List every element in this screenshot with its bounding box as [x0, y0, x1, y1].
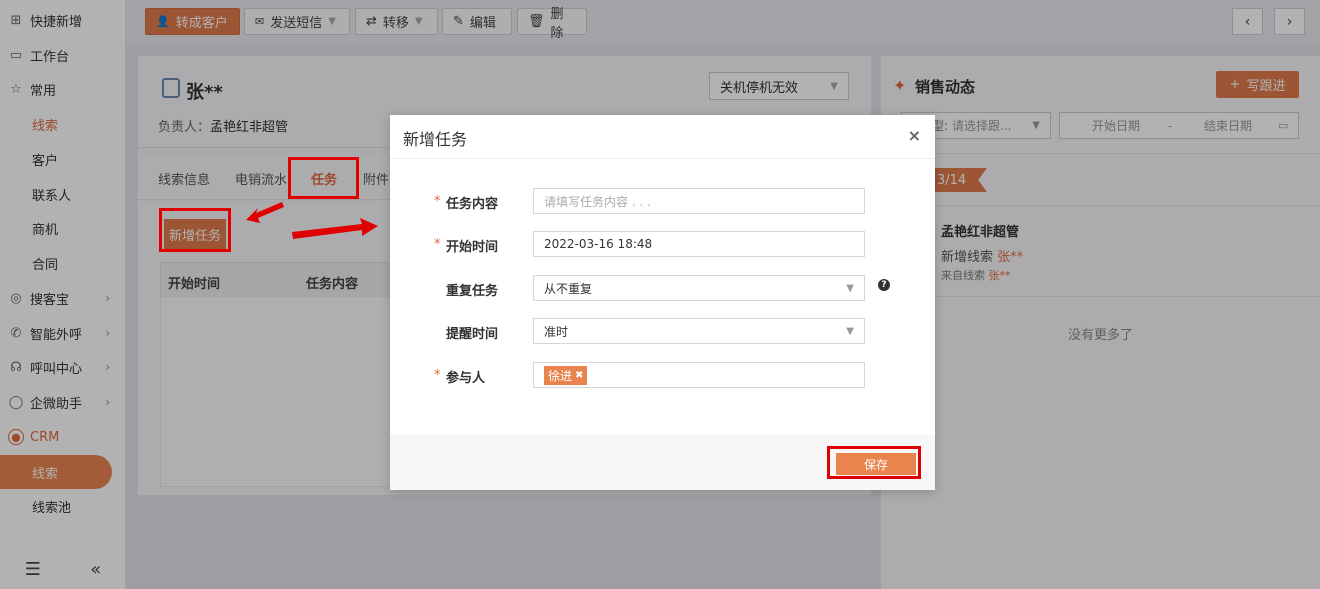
remove-tag-icon[interactable]: ✖	[575, 370, 583, 381]
remind-select[interactable]: 准时 ▼	[533, 318, 865, 344]
remind-value: 准时	[544, 324, 569, 339]
repeat-value: 从不重复	[544, 281, 593, 296]
task-content-input[interactable]: 请填写任务内容 . . .	[533, 188, 865, 214]
remind-label: 提醒时间	[446, 327, 499, 342]
task-content-label: 任务内容	[446, 197, 499, 212]
dialog-header: 新增任务 ×	[390, 115, 935, 159]
participant-tag-label: 徐进	[548, 368, 573, 383]
start-time-label: 开始时间	[446, 240, 499, 255]
repeat-label: 重复任务	[446, 284, 499, 299]
arrow-left-icon	[246, 202, 284, 223]
participant-row: * 参与人 徐进 ✖	[390, 362, 935, 390]
chevron-down-icon: ▼	[846, 282, 854, 294]
participant-input[interactable]: 徐进 ✖	[533, 362, 865, 388]
participant-tag[interactable]: 徐进 ✖	[544, 365, 588, 385]
start-time-input[interactable]: 2022-03-16 18:48	[533, 231, 865, 257]
dialog-title: 新增任务	[403, 130, 468, 149]
help-icon[interactable]: ?	[878, 279, 890, 291]
highlight-add-task	[159, 208, 231, 252]
required-mark: *	[434, 237, 441, 252]
participant-label: 参与人	[446, 371, 486, 386]
repeat-select[interactable]: 从不重复 ▼	[533, 275, 865, 301]
highlight-tasks-tab	[288, 157, 359, 199]
remind-row: 提醒时间 准时 ▼	[390, 318, 935, 346]
arrow-right-icon	[292, 218, 378, 239]
task-content-row: * 任务内容 请填写任务内容 . . .	[390, 188, 935, 216]
required-mark: *	[434, 194, 441, 209]
chevron-down-icon: ▼	[846, 325, 854, 337]
highlight-save-button	[827, 446, 921, 479]
close-icon[interactable]: ×	[908, 126, 921, 145]
start-time-row: * 开始时间 2022-03-16 18:48	[390, 231, 935, 259]
required-mark: *	[434, 368, 441, 383]
new-task-dialog: 新增任务 × * 任务内容 请填写任务内容 . . . * 开始时间 2022-…	[390, 115, 935, 490]
repeat-row: 重复任务 从不重复 ▼ ?	[390, 275, 935, 303]
